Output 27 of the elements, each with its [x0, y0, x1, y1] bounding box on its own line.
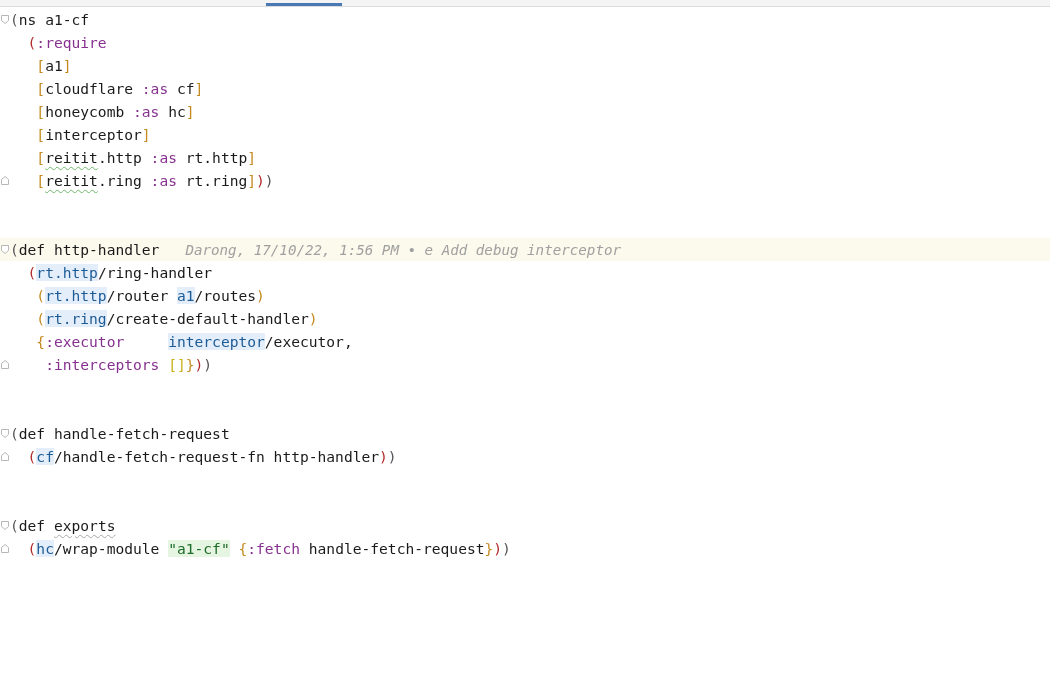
code-line: [interceptor] — [35, 124, 151, 145]
code-line: :interceptors []})) — [44, 354, 213, 375]
fold-marker-icon[interactable] — [1, 176, 9, 185]
code-line: (def handle-fetch-request — [10, 423, 230, 444]
code-line: (rt.http/router a1/routes) — [35, 285, 265, 306]
code-line: [reitit.http :as rt.http] — [35, 147, 257, 168]
code-line: (ns a1-cf — [10, 9, 90, 30]
fold-marker-icon[interactable] — [1, 15, 9, 24]
blame-annotation: Darong, 17/10/22, 1:56 PM • e Add debug interceptor — [185, 241, 621, 258]
fold-marker-icon[interactable] — [1, 360, 9, 369]
code-line: [cloudflare :as cf] — [35, 78, 204, 99]
fold-marker-icon[interactable] — [1, 245, 9, 254]
code-line: [reitit.ring :as rt.ring])) — [35, 170, 274, 191]
fold-marker-icon[interactable] — [1, 452, 9, 461]
code-line: (def exports — [10, 515, 116, 536]
fold-marker-icon[interactable] — [1, 521, 9, 530]
code-line: (hc/wrap-module "a1-cf" {:fetch handle-fetch-request})) — [26, 538, 511, 559]
code-line: (def http-handler — [10, 239, 160, 260]
code-line: (cf/handle-fetch-request-fn http-handler)) — [26, 446, 397, 467]
fold-marker-icon[interactable] — [1, 544, 9, 553]
code-line: [a1] — [35, 55, 72, 76]
fold-marker-icon[interactable] — [1, 429, 9, 438]
code-line: (:require — [26, 32, 107, 53]
code-line: {:executor interceptor/executor, — [35, 331, 353, 352]
code-line: (rt.ring/create-default-handler) — [35, 308, 318, 329]
code-line: (rt.http/ring-handler — [26, 262, 213, 283]
code-line: [honeycomb :as hc] — [35, 101, 195, 122]
